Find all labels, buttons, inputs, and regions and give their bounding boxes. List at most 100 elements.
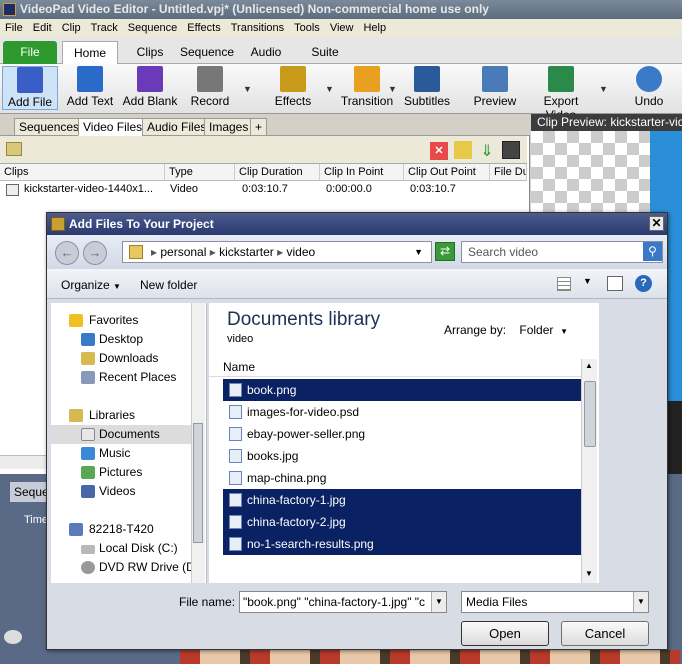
nav-pictures[interactable]: Pictures [51, 463, 195, 482]
undo-button[interactable]: Undo [628, 66, 670, 108]
view-options-icon[interactable] [557, 277, 571, 291]
tab-audio[interactable]: Audio [246, 41, 286, 64]
new-folder-button[interactable]: New folder [140, 278, 197, 292]
add-bin-tab-button[interactable]: + [250, 118, 268, 136]
view-dropdown-icon[interactable]: ▼ [583, 276, 592, 286]
add-file-button[interactable]: Add File [2, 66, 58, 110]
forward-button[interactable]: → [83, 241, 107, 265]
nav-documents[interactable]: Documents [51, 425, 195, 444]
search-input[interactable]: Search video [461, 241, 663, 263]
tab-sequence[interactable]: Sequence [178, 41, 236, 64]
file-row[interactable]: china-factory-1.jpg [223, 489, 581, 511]
help-icon[interactable]: ? [635, 275, 652, 292]
menu-effects[interactable]: Effects [187, 19, 220, 38]
tab-sequences[interactable]: Sequences [14, 118, 85, 136]
path-breadcrumb[interactable]: ▸ personal ▸ kickstarter ▸ video ▼ [122, 241, 432, 263]
file-row[interactable]: book.png [223, 379, 581, 401]
star-icon [69, 314, 83, 327]
tab-home[interactable]: Home [62, 41, 118, 64]
menu-file[interactable]: File [5, 19, 23, 38]
nav-libraries[interactable]: Libraries [51, 406, 195, 425]
add-text-button[interactable]: Add Text [64, 66, 116, 108]
export-dropdown-icon[interactable]: ▼ [599, 84, 608, 94]
col-clip-in-point[interactable]: Clip In Point [320, 164, 404, 181]
file-row[interactable]: china-factory-2.jpg [223, 511, 581, 533]
subtitles-button[interactable]: Subtitles [402, 66, 452, 108]
nav-music[interactable]: Music [51, 444, 195, 463]
file-type-dropdown-icon[interactable]: ▼ [633, 592, 648, 612]
eye-icon[interactable] [4, 630, 22, 644]
col-type[interactable]: Type [165, 164, 235, 181]
file-row[interactable]: no-1-search-results.png [223, 533, 581, 555]
tab-clips[interactable]: Clips [130, 41, 170, 64]
menu-tools[interactable]: Tools [294, 19, 320, 38]
file-name-dropdown-icon[interactable]: ▼ [431, 592, 446, 612]
delete-icon[interactable]: ✕ [430, 142, 448, 160]
preview-button[interactable]: Preview [472, 66, 518, 108]
tab-suite[interactable]: Suite [306, 41, 344, 64]
grid-view-icon[interactable] [502, 141, 520, 159]
folder-up-icon[interactable] [6, 142, 22, 156]
nav-videos[interactable]: Videos [51, 482, 195, 501]
tab-video-files[interactable]: Video Files [78, 118, 148, 136]
record-dropdown-icon[interactable]: ▼ [243, 84, 252, 94]
nav-local-disk[interactable]: Local Disk (C:) [51, 539, 195, 558]
effects-button[interactable]: Effects [270, 66, 316, 108]
tab-sequence-bottom[interactable]: Seque [10, 482, 50, 502]
download-arrow-icon[interactable]: ⇓ [478, 141, 496, 160]
new-folder-icon[interactable] [454, 141, 472, 159]
image-file-icon [229, 493, 242, 507]
nav-desktop[interactable]: Desktop [51, 330, 195, 349]
nav-scroll-thumb[interactable] [193, 423, 203, 543]
menu-help[interactable]: Help [363, 19, 386, 38]
tab-file[interactable]: File [3, 41, 57, 64]
nav-recent-places[interactable]: Recent Places [51, 368, 195, 387]
file-row[interactable]: ebay-power-seller.png [223, 423, 581, 445]
file-type-select[interactable]: Media Files [461, 591, 649, 613]
close-icon[interactable]: ✕ [649, 216, 664, 231]
transition-dropdown-icon[interactable]: ▼ [388, 84, 397, 94]
open-button[interactable]: Open [461, 621, 549, 646]
breadcrumb-video[interactable]: video [286, 245, 315, 259]
menu-sequence[interactable]: Sequence [128, 19, 178, 38]
refresh-icon[interactable]: ⇄ [435, 242, 455, 261]
effects-dropdown-icon[interactable]: ▼ [325, 84, 334, 94]
scroll-down-icon[interactable]: ▼ [585, 569, 593, 578]
menu-view[interactable]: View [330, 19, 354, 38]
breadcrumb-personal[interactable]: personal [160, 245, 206, 259]
record-button[interactable]: Record [186, 66, 234, 108]
col-clips[interactable]: Clips [0, 164, 165, 181]
file-list-scroll-thumb[interactable] [584, 381, 596, 447]
back-button[interactable]: ← [55, 241, 79, 265]
search-icon[interactable]: ⚲ [643, 242, 662, 261]
scroll-up-icon[interactable]: ▲ [585, 361, 593, 370]
file-row[interactable]: map-china.png [223, 467, 581, 489]
tab-audio-files[interactable]: Audio Files [142, 118, 212, 136]
arrange-by[interactable]: Arrange by: Folder ▼ [444, 323, 568, 337]
tab-images[interactable]: Images [204, 118, 254, 136]
col-file-duration[interactable]: File Du [490, 164, 527, 181]
path-dropdown-icon[interactable]: ▼ [414, 242, 423, 262]
nav-scrollbar[interactable] [191, 303, 205, 583]
library-title: Documents library [227, 309, 381, 330]
nav-favorites[interactable]: Favorites [51, 311, 195, 330]
file-name-input[interactable]: "book.png" "china-factory-1.jpg" "c [239, 591, 447, 613]
add-blank-button[interactable]: Add Blank [122, 66, 178, 108]
file-row[interactable]: images-for-video.psd [223, 401, 581, 423]
nav-downloads[interactable]: Downloads [51, 349, 195, 368]
menu-track[interactable]: Track [91, 19, 118, 38]
file-list-scrollbar[interactable]: ▲ ▼ [581, 359, 597, 583]
breadcrumb-kickstarter[interactable]: kickstarter [219, 245, 274, 259]
nav-dvd-drive[interactable]: DVD RW Drive (D:) [51, 558, 202, 577]
preview-pane-icon[interactable] [607, 276, 623, 291]
col-clip-out-point[interactable]: Clip Out Point [404, 164, 490, 181]
col-clip-duration[interactable]: Clip Duration [235, 164, 320, 181]
file-row[interactable]: books.jpg [223, 445, 581, 467]
organize-button[interactable]: Organize ▼ [61, 278, 121, 292]
col-name[interactable]: Name [209, 359, 581, 377]
menu-transitions[interactable]: Transitions [231, 19, 284, 38]
menu-clip[interactable]: Clip [62, 19, 81, 38]
nav-computer[interactable]: 82218-T420 [51, 520, 195, 539]
cancel-button[interactable]: Cancel [561, 621, 649, 646]
menu-edit[interactable]: Edit [33, 19, 52, 38]
